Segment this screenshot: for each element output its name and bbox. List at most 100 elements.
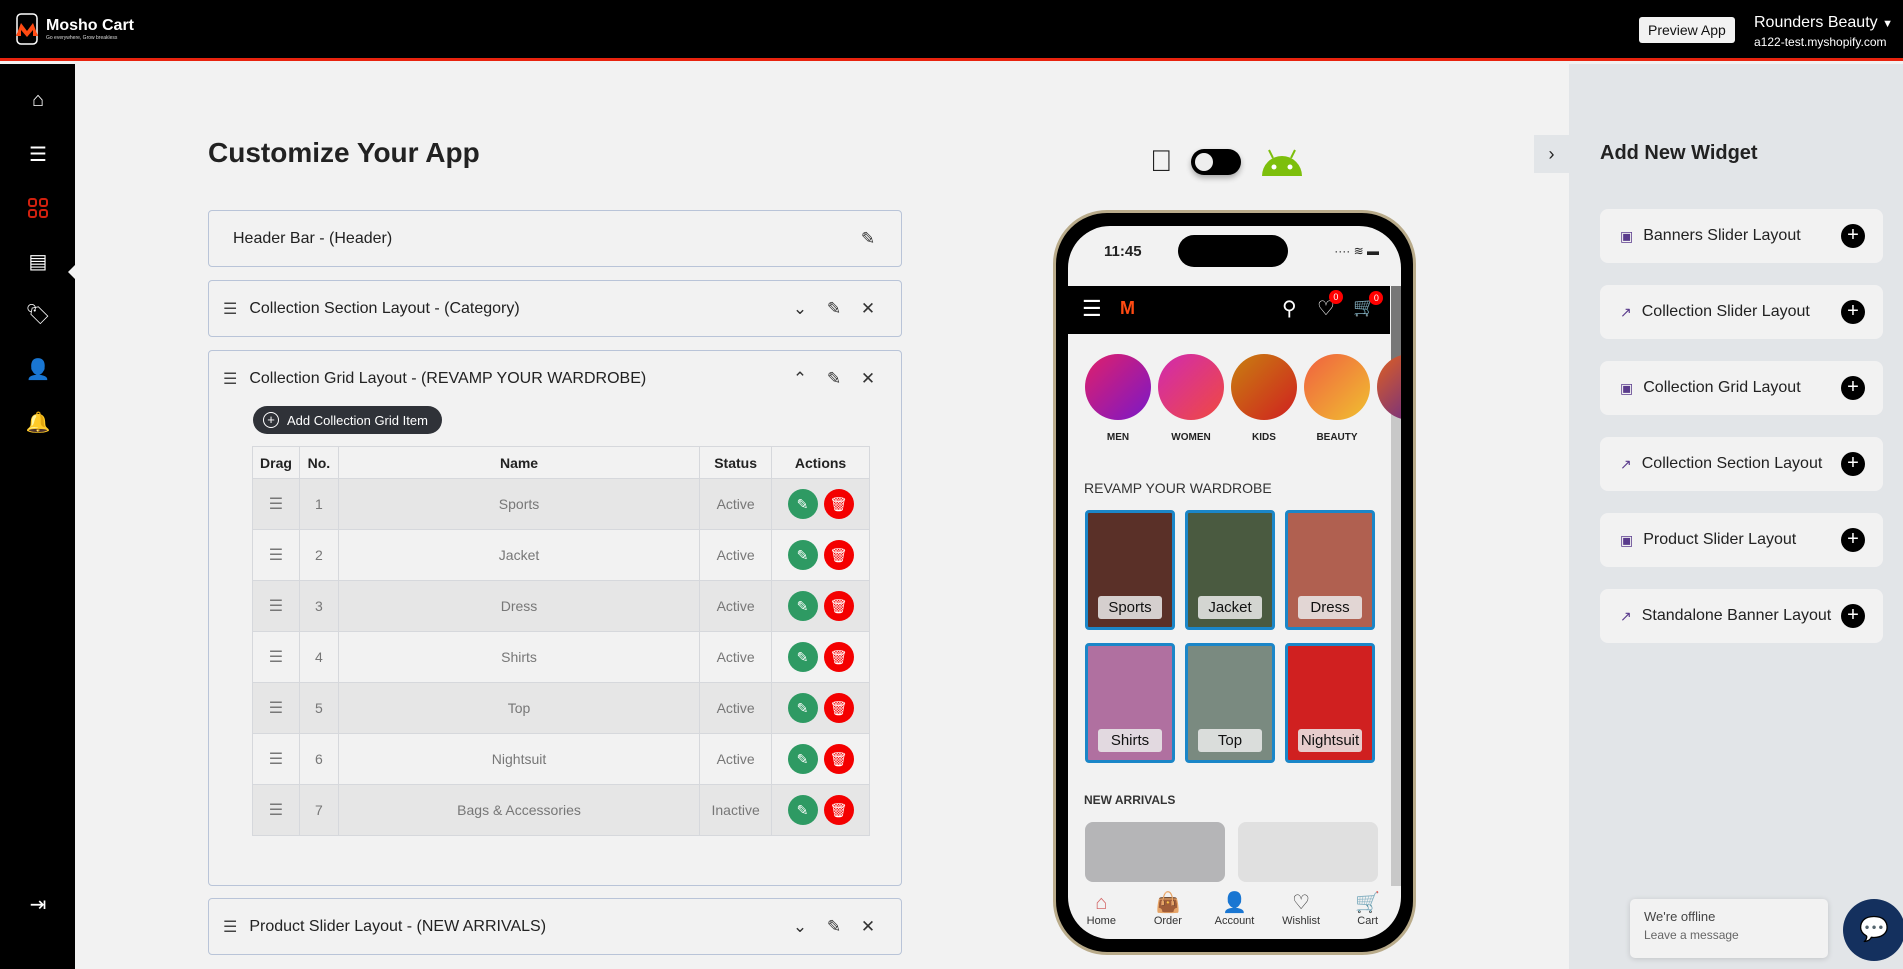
edit-icon[interactable]: ✎ <box>855 229 881 249</box>
delete-button[interactable]: 🗑 <box>823 591 854 621</box>
drag-handle-icon[interactable]: ☰ <box>252 784 300 836</box>
list-icon[interactable]: ▤ <box>24 247 52 275</box>
bell-icon[interactable]: 🔔 <box>24 408 52 436</box>
nav-wishlist[interactable]: ♡ Wishlist <box>1271 891 1331 939</box>
category-image <box>1158 354 1224 420</box>
chat-bubble[interactable]: We're offline Leave a message <box>1630 899 1828 958</box>
add-widget-icon[interactable]: + <box>1841 300 1865 324</box>
category-item[interactable]: D <box>1377 354 1401 443</box>
preview-app-button[interactable]: Preview App <box>1639 17 1735 43</box>
edit-button[interactable]: ✎ <box>787 489 818 519</box>
menu-icon[interactable]: ☰ <box>24 140 52 168</box>
delete-button[interactable]: 🗑 <box>823 540 854 570</box>
edit-button[interactable]: ✎ <box>787 540 818 570</box>
edit-icon[interactable]: ✎ <box>821 369 847 389</box>
edit-icon[interactable]: ✎ <box>821 917 847 937</box>
drag-handle-icon[interactable]: ☰ <box>252 682 300 734</box>
edit-button[interactable]: ✎ <box>787 795 818 825</box>
delete-button[interactable]: 🗑 <box>823 744 854 774</box>
add-widget-icon[interactable]: + <box>1841 452 1865 476</box>
section-collection-section[interactable]: ☰ Collection Section Layout - (Category) ⌄… <box>208 280 902 337</box>
edit-button[interactable]: ✎ <box>787 642 818 672</box>
grid-tile-label: Dress <box>1298 596 1362 619</box>
section-product-slider[interactable]: ☰ Product Slider Layout - (NEW ARRIVALS) ⌄… <box>208 898 902 955</box>
nav-home[interactable]: ⌂ Home <box>1071 891 1131 939</box>
logout-icon[interactable]: ⇥ <box>24 890 52 918</box>
account-icon: 👤 <box>1222 892 1247 914</box>
collapse-panel-button[interactable]: › <box>1534 135 1569 173</box>
edit-button[interactable]: ✎ <box>787 591 818 621</box>
row-actions: ✎ 🗑 <box>771 580 870 632</box>
widget-item[interactable]: ▣ Product Slider Layout + <box>1600 513 1883 567</box>
grid-tile[interactable]: Top <box>1185 643 1275 763</box>
add-widget-icon[interactable]: + <box>1841 376 1865 400</box>
drag-handle-icon[interactable]: ☰ <box>252 631 300 683</box>
delete-button[interactable]: 🗑 <box>823 693 854 723</box>
grid-tile[interactable]: Shirts <box>1085 643 1175 763</box>
add-collection-grid-item-button[interactable]: + Add Collection Grid Item <box>253 406 442 434</box>
delete-button[interactable]: 🗑 <box>823 642 854 672</box>
table-row: ☰ 3 Dress Active ✎ 🗑 <box>252 580 870 632</box>
widget-item[interactable]: ▣ Collection Grid Layout + <box>1600 361 1883 415</box>
add-widget-icon[interactable]: + <box>1841 528 1865 552</box>
platform-toggle[interactable] <box>1190 149 1241 175</box>
drag-handle-icon[interactable]: ☰ <box>252 478 300 530</box>
grid-icon[interactable] <box>24 194 52 222</box>
nav-order[interactable]: 👜 Order <box>1138 891 1198 939</box>
row-actions: ✎ 🗑 <box>771 529 870 581</box>
section-header-bar[interactable]: Header Bar - (Header) ✎ <box>208 210 902 267</box>
caret-down-icon: ▼ <box>1882 18 1893 30</box>
cart-icon[interactable]: 🛒 0 <box>1353 291 1384 318</box>
product-card[interactable] <box>1085 822 1225 882</box>
category-label: KIDS <box>1252 432 1276 443</box>
chat-icon[interactable]: 💬 <box>1843 899 1903 961</box>
drag-handle-icon[interactable]: ☰ <box>223 299 237 319</box>
search-icon[interactable]: ⚲ <box>1282 296 1297 321</box>
arrivals-section-title: NEW ARRIVALS <box>1084 793 1176 807</box>
hamburger-icon[interactable]: ☰ <box>1082 296 1102 322</box>
drag-handle-icon[interactable]: ☰ <box>223 917 237 937</box>
grid-tile[interactable]: Nightsuit <box>1285 643 1375 763</box>
nav-cart[interactable]: 🛒 Cart <box>1338 891 1398 939</box>
delete-button[interactable]: 🗑 <box>823 489 854 519</box>
add-widget-icon[interactable]: + <box>1841 224 1865 248</box>
drag-handle-icon[interactable]: ☰ <box>223 369 237 389</box>
grid-tile[interactable]: Dress <box>1285 510 1375 630</box>
drag-handle-icon[interactable]: ☰ <box>252 580 300 632</box>
grid-tile[interactable]: Jacket <box>1185 510 1275 630</box>
wishlist-icon[interactable]: ♡ 0 <box>1317 290 1343 321</box>
widget-item[interactable]: ↗ Collection Slider Layout + <box>1600 285 1883 339</box>
drag-handle-icon[interactable]: ☰ <box>252 733 300 785</box>
nav-account[interactable]: 👤 Account <box>1204 891 1264 939</box>
collection-grid-table: Drag No. Name Status Actions ☰ 1 Sports Active ✎… <box>252 446 870 836</box>
delete-button[interactable]: 🗑 <box>823 795 854 825</box>
category-item[interactable]: WOMEN <box>1158 354 1224 443</box>
category-item[interactable]: MEN <box>1085 354 1151 443</box>
edit-icon[interactable]: ✎ <box>821 299 847 319</box>
edit-button[interactable]: ✎ <box>787 744 818 774</box>
category-item[interactable]: KIDS <box>1231 354 1297 443</box>
home-settings-icon[interactable]: ⌂ <box>24 86 52 114</box>
drag-handle-icon[interactable]: ☰ <box>252 529 300 581</box>
user-list-icon[interactable]: 👤 <box>24 355 52 383</box>
edit-button[interactable]: ✎ <box>787 693 818 723</box>
apple-icon[interactable]:  <box>1150 145 1173 179</box>
add-widget-icon[interactable]: + <box>1841 604 1865 628</box>
widget-item[interactable]: ▣ Banners Slider Layout + <box>1600 209 1883 263</box>
widget-item[interactable]: ↗ Standalone Banner Layout + <box>1600 589 1883 643</box>
tag-icon[interactable]: 🏷 <box>24 300 52 328</box>
close-icon[interactable]: ✕ <box>855 917 881 937</box>
category-item[interactable]: BEAUTY <box>1304 354 1370 443</box>
grid-tile[interactable]: Sports <box>1085 510 1175 630</box>
product-card[interactable] <box>1238 822 1378 882</box>
android-icon[interactable] <box>1259 148 1305 176</box>
chevron-down-icon[interactable]: ⌄ <box>787 917 813 937</box>
category-label: MEN <box>1106 432 1130 443</box>
store-switcher[interactable]: Rounders Beauty ▼ a122-test.myshopify.co… <box>1754 14 1893 49</box>
chevron-up-icon[interactable]: ⌃ <box>787 369 813 389</box>
chevron-down-icon[interactable]: ⌄ <box>787 299 813 319</box>
close-icon[interactable]: ✕ <box>855 369 881 389</box>
close-icon[interactable]: ✕ <box>855 299 881 319</box>
widget-item[interactable]: ↗ Collection Section Layout + <box>1600 437 1883 491</box>
column-header: Drag <box>252 446 300 479</box>
